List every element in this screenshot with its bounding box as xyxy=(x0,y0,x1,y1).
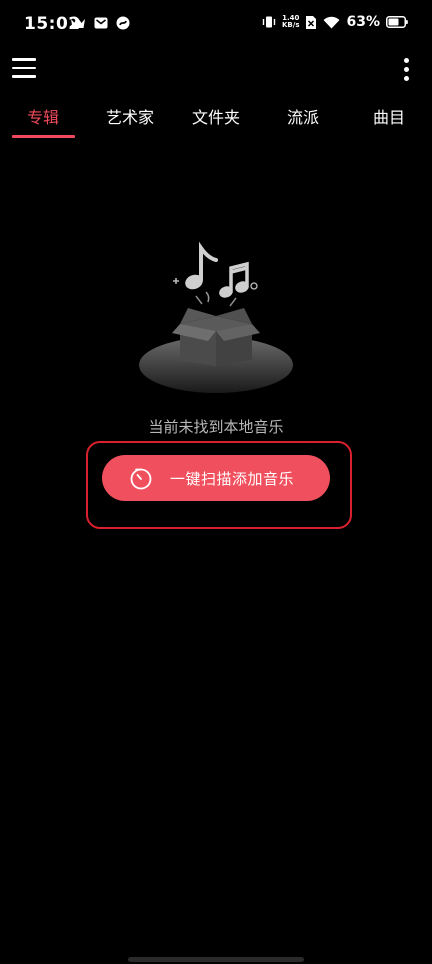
empty-state-message: 当前未找到本地音乐 xyxy=(148,418,284,436)
tab-albums[interactable]: 专辑 xyxy=(27,104,59,128)
wifi-icon xyxy=(323,16,340,28)
net-speed: 1.40 KB/s xyxy=(282,15,299,29)
category-tabs: 专辑 艺术家 文件夹 流派 曲目 xyxy=(0,100,432,140)
annotation-highlight-box xyxy=(86,441,352,529)
tab-tracks[interactable]: 曲目 xyxy=(373,104,405,128)
app-screen: 15:02 1.40 KB/s 63% 专辑 艺术家 文件夹 流派 曲目 当前未… xyxy=(0,0,432,964)
more-options-icon[interactable] xyxy=(404,58,410,84)
mail-icon xyxy=(94,17,108,29)
status-right-icons: 1.40 KB/s 63% xyxy=(262,14,408,30)
status-bar: 15:02 1.40 KB/s 63% xyxy=(0,0,432,50)
tab-folders[interactable]: 文件夹 xyxy=(192,104,240,128)
battery-icon xyxy=(386,16,408,28)
tab-artists[interactable]: 艺术家 xyxy=(106,104,154,128)
battery-percent: 63% xyxy=(346,14,380,30)
sim-off-icon xyxy=(306,15,317,29)
empty-music-box-icon xyxy=(139,241,293,393)
home-indicator[interactable] xyxy=(128,957,304,962)
active-tab-indicator xyxy=(12,135,75,138)
hamburger-menu-icon[interactable] xyxy=(12,58,36,80)
notification-icons xyxy=(70,16,130,30)
app-notification-icon xyxy=(116,16,130,30)
crown-icon xyxy=(71,18,85,28)
tab-genres[interactable]: 流派 xyxy=(287,104,319,128)
vibrate-icon xyxy=(262,16,276,28)
net-speed-unit: KB/s xyxy=(282,21,300,29)
